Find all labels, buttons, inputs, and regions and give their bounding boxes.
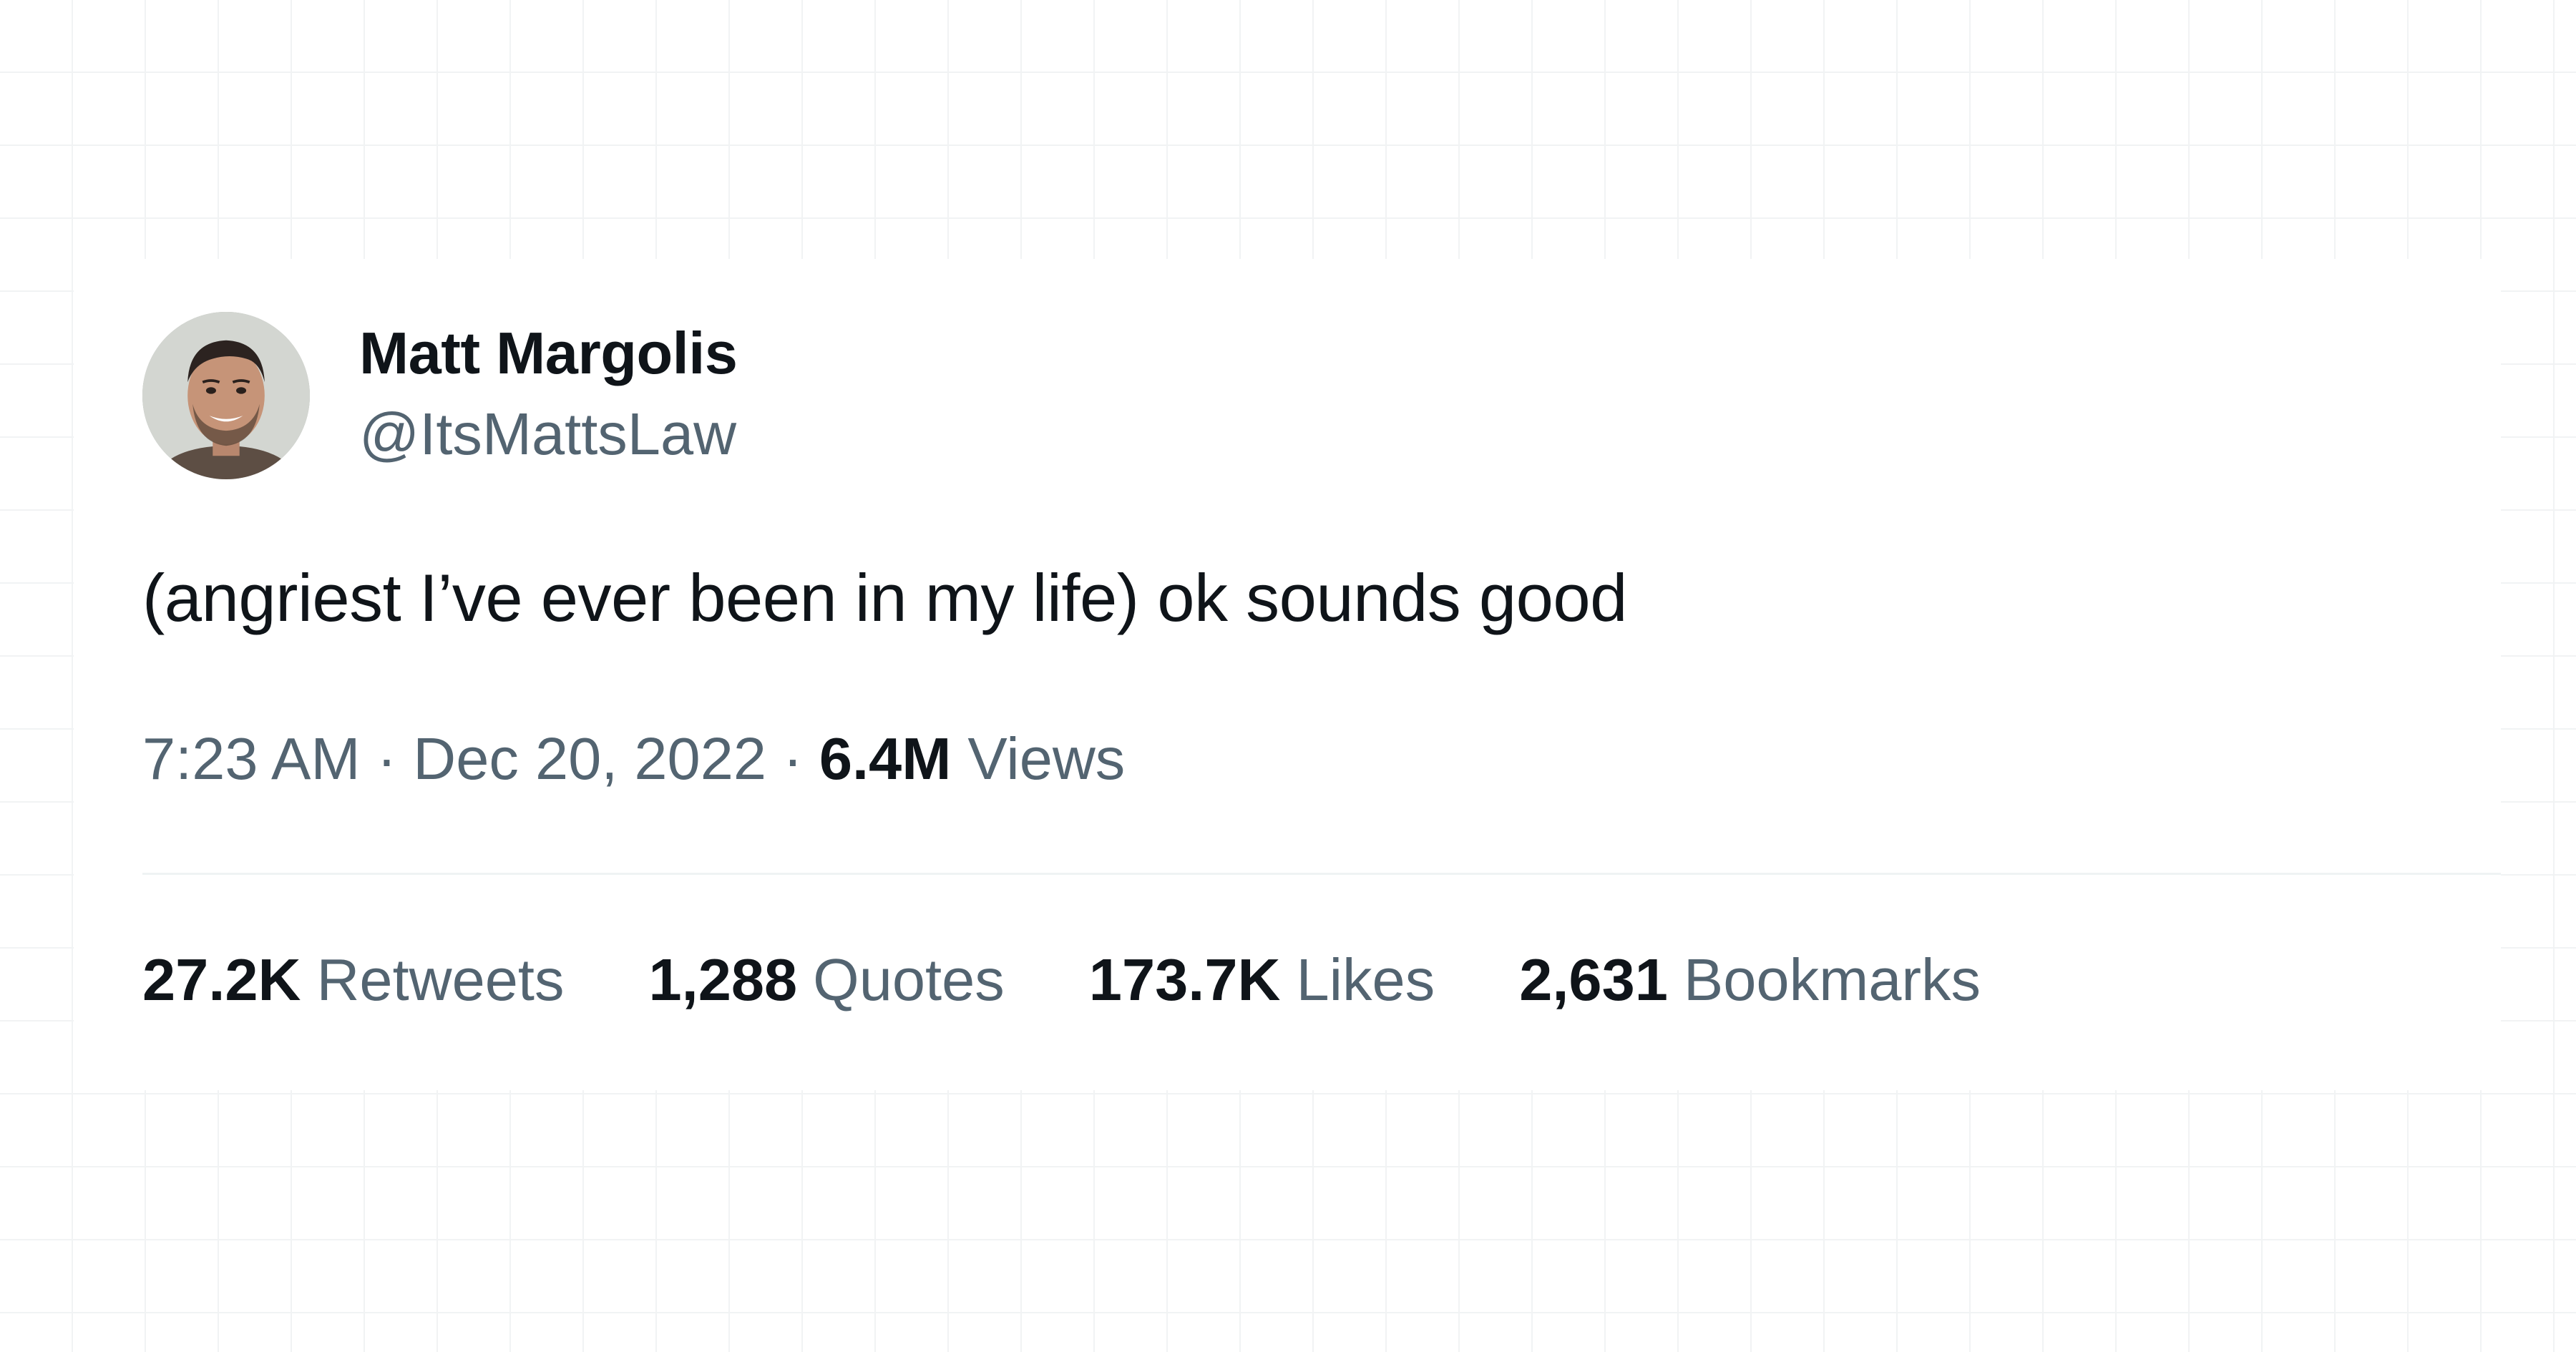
tweet-date[interactable]: Dec 20, 2022 (413, 725, 766, 792)
views-count: 6.4M (819, 725, 952, 792)
bookmarks-count: 2,631 (1519, 946, 1668, 1013)
retweets-count: 27.2K (142, 946, 301, 1013)
author-display-name[interactable]: Matt Margolis (359, 319, 738, 388)
quotes-label: Quotes (813, 946, 1005, 1013)
retweets-label: Retweets (316, 946, 565, 1013)
engagement-stats: 27.2K Retweets 1,288 Quotes 173.7K Likes 2,… (142, 946, 1981, 1014)
likes-label: Likes (1296, 946, 1435, 1013)
meta-separator: · (783, 725, 803, 792)
quotes-count: 1,288 (648, 946, 798, 1013)
tweet-card: Matt Margolis @ItsMattsLaw (angriest I’v… (74, 259, 2501, 1090)
likes-stat[interactable]: 173.7K Likes (1089, 946, 1435, 1014)
divider (142, 873, 2501, 875)
likes-count: 173.7K (1088, 946, 1281, 1013)
views-label: Views (967, 725, 1126, 792)
tweet-meta: 7:23 AM · Dec 20, 2022 · 6.4M Views (142, 725, 1125, 793)
author-handle[interactable]: @ItsMattsLaw (359, 400, 736, 469)
bookmarks-stat[interactable]: 2,631 Bookmarks (1519, 946, 1981, 1014)
meta-separator: · (376, 725, 397, 792)
tweet-time[interactable]: 7:23 AM (142, 725, 361, 792)
avatar[interactable] (142, 312, 310, 479)
quotes-stat[interactable]: 1,288 Quotes (648, 946, 1004, 1014)
retweets-stat[interactable]: 27.2K Retweets (142, 946, 564, 1014)
tweet-text: (angriest I’ve ever been in my life) ok … (142, 560, 1627, 635)
user-avatar-photo-icon (142, 312, 310, 479)
bookmarks-label: Bookmarks (1683, 946, 1981, 1013)
